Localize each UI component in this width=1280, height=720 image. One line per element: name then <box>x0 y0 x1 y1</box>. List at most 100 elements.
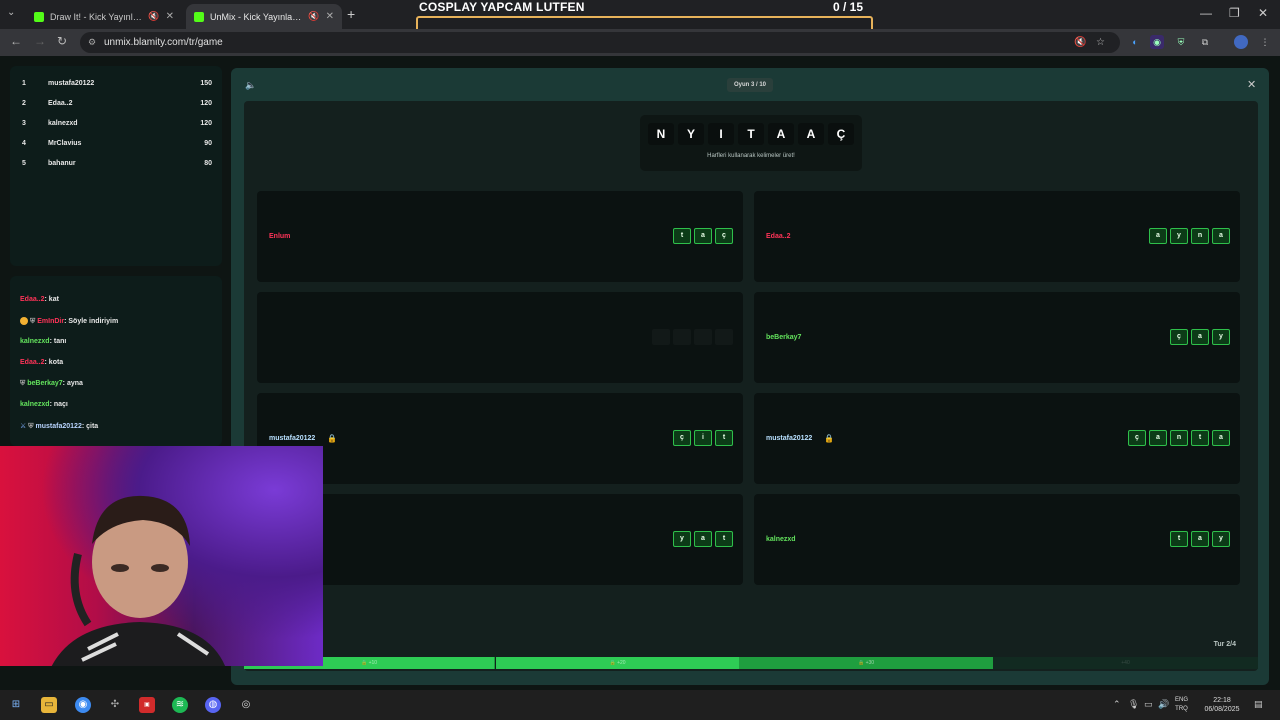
game-panel: 🔈 Oyun 3 / 10 ✕ N Y I T A A Ç Harfleri k… <box>231 68 1269 685</box>
tab-muted-icon[interactable]: 🔇 <box>308 11 319 22</box>
letter-tile: A <box>768 123 794 145</box>
chat-message: Edaa..2: kat <box>20 296 59 303</box>
window-close-icon[interactable]: ✕ <box>1258 6 1268 20</box>
forward-icon[interactable]: → <box>34 34 46 48</box>
browser-tab-draw-it[interactable]: Draw It! - Kick Yayınları İçin 🔇 ✕ <box>26 4 182 29</box>
bookmark-star-icon[interactable]: ☆ <box>1096 32 1105 53</box>
volume-tray-icon[interactable]: 🔊 <box>1158 699 1169 710</box>
page: 1 mustafa20122 150 2 Edaa..2 120 3 kalne… <box>0 56 1280 690</box>
tab-close-icon[interactable]: ✕ <box>166 11 174 22</box>
extension-icon[interactable]: ◐ <box>1128 35 1142 49</box>
file-explorer-icon[interactable]: ▭ <box>41 697 57 713</box>
system-clock[interactable]: 22:18 06/08/2025 <box>1200 696 1244 714</box>
word-letter-tile: y <box>1170 228 1188 244</box>
leaderboard: 1 mustafa20122 150 2 Edaa..2 120 3 kalne… <box>10 66 222 266</box>
extension-shield-icon[interactable]: ⛨ <box>1174 35 1188 49</box>
language-indicator[interactable]: ENG TRQ <box>1175 696 1188 714</box>
browser-tab-unmix[interactable]: UnMix - Kick Yayınları İçin 🔇 ✕ <box>186 4 342 29</box>
stream-goal-count: 0 / 15 <box>833 0 864 14</box>
tab-list-icon[interactable]: ⌄ <box>7 7 15 18</box>
letter-tile: A <box>798 123 824 145</box>
chat-message: Edaa..2: kota <box>20 359 63 366</box>
obs-icon[interactable]: ◎ <box>238 697 254 713</box>
segment-bonus: +10 <box>368 660 378 666</box>
leaderboard-row: 5 bahanur 80 <box>22 160 212 174</box>
letter-tile: T <box>738 123 764 145</box>
word-letter-tile: t <box>715 430 733 446</box>
chat-username: Edaa..2 <box>20 296 45 303</box>
player-points: 80 <box>204 160 212 167</box>
lock-icon: 🔒 <box>327 434 337 443</box>
app-red-icon[interactable]: ▣ <box>139 697 155 713</box>
discord-icon[interactable]: ◍ <box>205 697 221 713</box>
tab-close-icon[interactable]: ✕ <box>326 11 334 22</box>
extension-eye-icon[interactable]: ◉ <box>1150 35 1164 49</box>
shield-badge-icon: ⛨ <box>20 380 26 387</box>
card-player-name: Enlum <box>269 233 291 240</box>
media-muted-icon[interactable]: 🔇 <box>1074 32 1086 53</box>
volume-icon[interactable]: 🔈 <box>245 80 256 91</box>
browser-menu-icon[interactable]: ⋮ <box>1258 35 1272 49</box>
reload-icon[interactable]: ↻ <box>57 34 67 48</box>
chrome-icon[interactable]: ◉ <box>75 697 91 713</box>
word-letter-tile: ç <box>1170 329 1188 345</box>
chat-text: kota <box>48 359 64 366</box>
word-letter-tile: a <box>1191 329 1209 345</box>
word-letter-tile: a <box>1212 228 1230 244</box>
chat-text: tanı <box>53 338 67 345</box>
tab-title: UnMix - Kick Yayınları İçin <box>210 11 302 22</box>
webcam-overlay <box>0 446 323 666</box>
word-letter-tile: ç <box>673 430 691 446</box>
address-bar[interactable]: ⚙ unmix.blamity.com/tr/game 🔇 ☆ <box>80 32 1120 53</box>
player-points: 150 <box>200 80 212 87</box>
close-game-icon[interactable]: ✕ <box>1247 78 1256 91</box>
progress-segment: 🔒 +30 <box>739 657 993 669</box>
app-icon[interactable]: ✣ <box>107 697 123 713</box>
player-name: bahanur <box>48 160 76 167</box>
sword-badge-icon: ⚔ <box>20 423 27 430</box>
chat-text: ayna <box>66 380 83 387</box>
network-icon[interactable]: ▭ <box>1144 699 1153 710</box>
word-letter-tile: a <box>1191 531 1209 547</box>
extensions-puzzle-icon[interactable]: ⧉ <box>1198 35 1212 49</box>
restore-icon[interactable]: ❐ <box>1229 6 1240 20</box>
word-card: beBerkay7 ç a y <box>754 292 1240 383</box>
letter-tile: Ç <box>828 123 854 145</box>
minimize-icon[interactable]: — <box>1200 6 1212 20</box>
chat-username: EmInDir <box>37 317 65 325</box>
card-player-name: mustafa20122 <box>766 435 813 442</box>
new-tab-button[interactable]: + <box>347 6 355 22</box>
word-letter-tile: a <box>1149 430 1167 446</box>
word-letter-tile <box>715 329 733 345</box>
leaderboard-row: 4 MrClavius 90 <box>22 140 212 154</box>
tray-chevron-icon[interactable]: ⌃ <box>1113 699 1121 710</box>
tab-title: Draw It! - Kick Yayınları İçin <box>50 11 143 22</box>
microphone-icon[interactable]: 🎙 <box>1128 699 1139 710</box>
notification-icon[interactable]: ▤ <box>1254 699 1263 710</box>
letter-tile: Y <box>678 123 704 145</box>
progress-segment: 🔒 +20 <box>496 657 739 669</box>
word-letter-tile: y <box>1212 531 1230 547</box>
clock-date: 06/08/2025 <box>1204 706 1240 713</box>
rank: 1 <box>22 80 26 87</box>
word-letter-tile <box>694 329 712 345</box>
word-card <box>257 292 743 383</box>
rank: 4 <box>22 140 26 147</box>
word-letter-tile: t <box>1170 531 1188 547</box>
lock-icon: 🔒 <box>360 660 369 666</box>
shield-badge-icon: ⛨ <box>30 317 36 325</box>
player-points: 120 <box>200 100 212 107</box>
site-info-icon[interactable]: ⚙ <box>88 37 98 47</box>
word-card: y a t <box>257 494 743 585</box>
spotify-icon[interactable]: ≋ <box>172 697 188 713</box>
chat-message: ⛨ EmInDir: Söyle indiriyim <box>20 317 118 326</box>
turn-label: Tur 2/4 <box>1213 641 1236 648</box>
lock-icon: 🔒 <box>824 434 834 443</box>
windows-start-icon[interactable]: ⊞ <box>8 697 24 713</box>
card-player-name: beBerkay7 <box>766 334 802 341</box>
rank: 2 <box>22 100 26 107</box>
chat-text: naçı <box>53 401 68 408</box>
profile-avatar-icon[interactable] <box>1234 35 1248 49</box>
tab-muted-icon[interactable]: 🔇 <box>148 11 159 22</box>
back-icon[interactable]: ← <box>10 34 22 48</box>
